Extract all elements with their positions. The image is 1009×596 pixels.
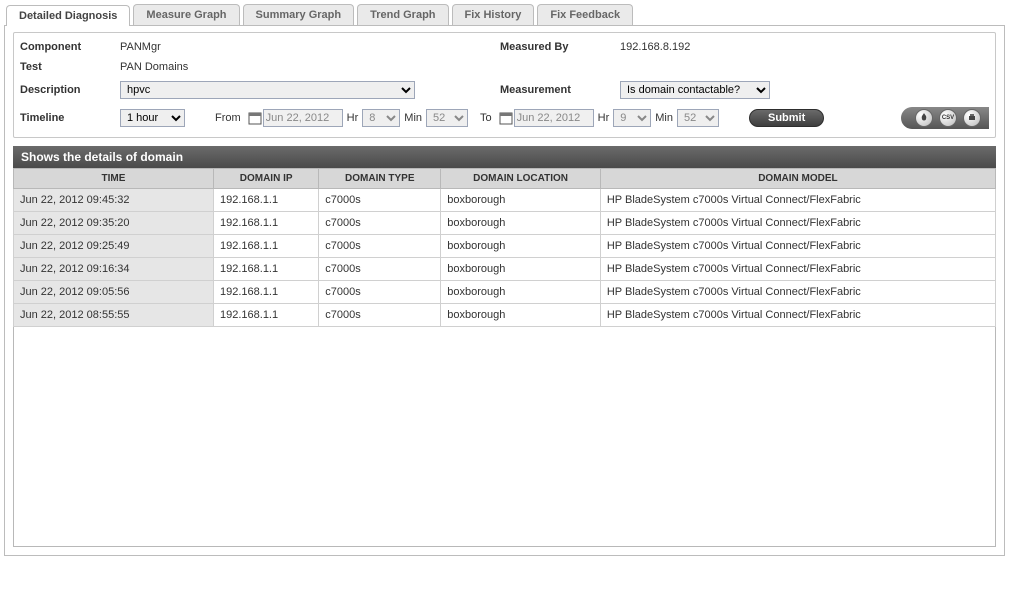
to-hr-label: Hr bbox=[598, 112, 610, 124]
print-icon[interactable] bbox=[963, 109, 981, 127]
timeline-label: Timeline bbox=[20, 112, 120, 124]
tab-summary-graph[interactable]: Summary Graph bbox=[243, 4, 355, 25]
component-label: Component bbox=[20, 41, 120, 53]
to-date-input[interactable] bbox=[514, 109, 594, 127]
table-row: Jun 22, 2012 09:25:49192.168.1.1c7000sbo… bbox=[14, 235, 996, 258]
from-label: From bbox=[215, 112, 241, 124]
measured-by-value: 192.168.8.192 bbox=[620, 41, 690, 53]
tab-fix-feedback[interactable]: Fix Feedback bbox=[537, 4, 633, 25]
table-cell: Jun 22, 2012 09:35:20 bbox=[14, 212, 214, 235]
tab-trend-graph[interactable]: Trend Graph bbox=[357, 4, 448, 25]
table-cell: Jun 22, 2012 09:45:32 bbox=[14, 189, 214, 212]
table-cell: c7000s bbox=[319, 281, 441, 304]
table-cell: c7000s bbox=[319, 258, 441, 281]
table-cell: boxborough bbox=[441, 212, 601, 235]
column-header: DOMAIN MODEL bbox=[600, 169, 995, 189]
main-panel: Component PANMgr Measured By 192.168.8.1… bbox=[4, 25, 1005, 556]
csv-export-button[interactable]: CSV bbox=[939, 109, 957, 127]
filters-box: Component PANMgr Measured By 192.168.8.1… bbox=[13, 32, 996, 138]
from-min-label: Min bbox=[404, 112, 422, 124]
to-label: To bbox=[480, 112, 492, 124]
table-cell: 192.168.1.1 bbox=[214, 304, 319, 327]
table-cell: Jun 22, 2012 08:55:55 bbox=[14, 304, 214, 327]
table-cell: 192.168.1.1 bbox=[214, 281, 319, 304]
flame-icon[interactable] bbox=[915, 109, 933, 127]
column-header: DOMAIN LOCATION bbox=[441, 169, 601, 189]
table-cell: HP BladeSystem c7000s Virtual Connect/Fl… bbox=[600, 304, 995, 327]
table-cell: boxborough bbox=[441, 235, 601, 258]
table-cell: 192.168.1.1 bbox=[214, 212, 319, 235]
measurement-select[interactable]: Is domain contactable? bbox=[620, 81, 770, 99]
export-toolbar: CSV bbox=[901, 107, 989, 129]
from-hr-label: Hr bbox=[347, 112, 359, 124]
tab-measure-graph[interactable]: Measure Graph bbox=[133, 4, 239, 25]
table-cell: HP BladeSystem c7000s Virtual Connect/Fl… bbox=[600, 212, 995, 235]
table-cell: boxborough bbox=[441, 189, 601, 212]
table-cell: 192.168.1.1 bbox=[214, 189, 319, 212]
calendar-icon[interactable] bbox=[498, 110, 514, 126]
column-header: DOMAIN IP bbox=[214, 169, 319, 189]
table-row: Jun 22, 2012 09:16:34192.168.1.1c7000sbo… bbox=[14, 258, 996, 281]
column-header: DOMAIN TYPE bbox=[319, 169, 441, 189]
table-cell: HP BladeSystem c7000s Virtual Connect/Fl… bbox=[600, 235, 995, 258]
table-cell: HP BladeSystem c7000s Virtual Connect/Fl… bbox=[600, 189, 995, 212]
to-min-select[interactable]: 52 bbox=[677, 109, 719, 127]
table-cell: c7000s bbox=[319, 212, 441, 235]
test-label: Test bbox=[20, 61, 120, 73]
table-row: Jun 22, 2012 08:55:55192.168.1.1c7000sbo… bbox=[14, 304, 996, 327]
domain-table: TIMEDOMAIN IPDOMAIN TYPEDOMAIN LOCATIOND… bbox=[13, 168, 996, 327]
table-cell: Jun 22, 2012 09:25:49 bbox=[14, 235, 214, 258]
table-row: Jun 22, 2012 09:05:56192.168.1.1c7000sbo… bbox=[14, 281, 996, 304]
table-cell: c7000s bbox=[319, 235, 441, 258]
tab-fix-history[interactable]: Fix History bbox=[452, 4, 535, 25]
table-cell: c7000s bbox=[319, 189, 441, 212]
table-cell: c7000s bbox=[319, 304, 441, 327]
description-select[interactable]: hpvc bbox=[120, 81, 415, 99]
table-row: Jun 22, 2012 09:35:20192.168.1.1c7000sbo… bbox=[14, 212, 996, 235]
tab-detailed-diagnosis[interactable]: Detailed Diagnosis bbox=[6, 5, 130, 26]
table-cell: 192.168.1.1 bbox=[214, 258, 319, 281]
table-cell: Jun 22, 2012 09:16:34 bbox=[14, 258, 214, 281]
from-date-input[interactable] bbox=[263, 109, 343, 127]
component-value: PANMgr bbox=[120, 41, 500, 53]
table-cell: Jun 22, 2012 09:05:56 bbox=[14, 281, 214, 304]
table-cell: HP BladeSystem c7000s Virtual Connect/Fl… bbox=[600, 258, 995, 281]
to-min-label: Min bbox=[655, 112, 673, 124]
table-cell: boxborough bbox=[441, 258, 601, 281]
test-value: PAN Domains bbox=[120, 61, 188, 73]
table-row: Jun 22, 2012 09:45:32192.168.1.1c7000sbo… bbox=[14, 189, 996, 212]
table-cell: HP BladeSystem c7000s Virtual Connect/Fl… bbox=[600, 281, 995, 304]
measured-by-label: Measured By bbox=[500, 41, 620, 53]
table-empty-area bbox=[13, 327, 996, 547]
measurement-label: Measurement bbox=[500, 84, 620, 96]
submit-button[interactable]: Submit bbox=[749, 109, 824, 127]
column-header: TIME bbox=[14, 169, 214, 189]
description-label: Description bbox=[20, 84, 120, 96]
from-min-select[interactable]: 52 bbox=[426, 109, 468, 127]
tab-bar: Detailed DiagnosisMeasure GraphSummary G… bbox=[4, 4, 1005, 25]
from-hr-select[interactable]: 8 bbox=[362, 109, 400, 127]
section-title: Shows the details of domain bbox=[13, 146, 996, 168]
to-hr-select[interactable]: 9 bbox=[613, 109, 651, 127]
table-cell: boxborough bbox=[441, 281, 601, 304]
table-cell: 192.168.1.1 bbox=[214, 235, 319, 258]
calendar-icon[interactable] bbox=[247, 110, 263, 126]
table-cell: boxborough bbox=[441, 304, 601, 327]
timeline-select[interactable]: 1 hour bbox=[120, 109, 185, 127]
